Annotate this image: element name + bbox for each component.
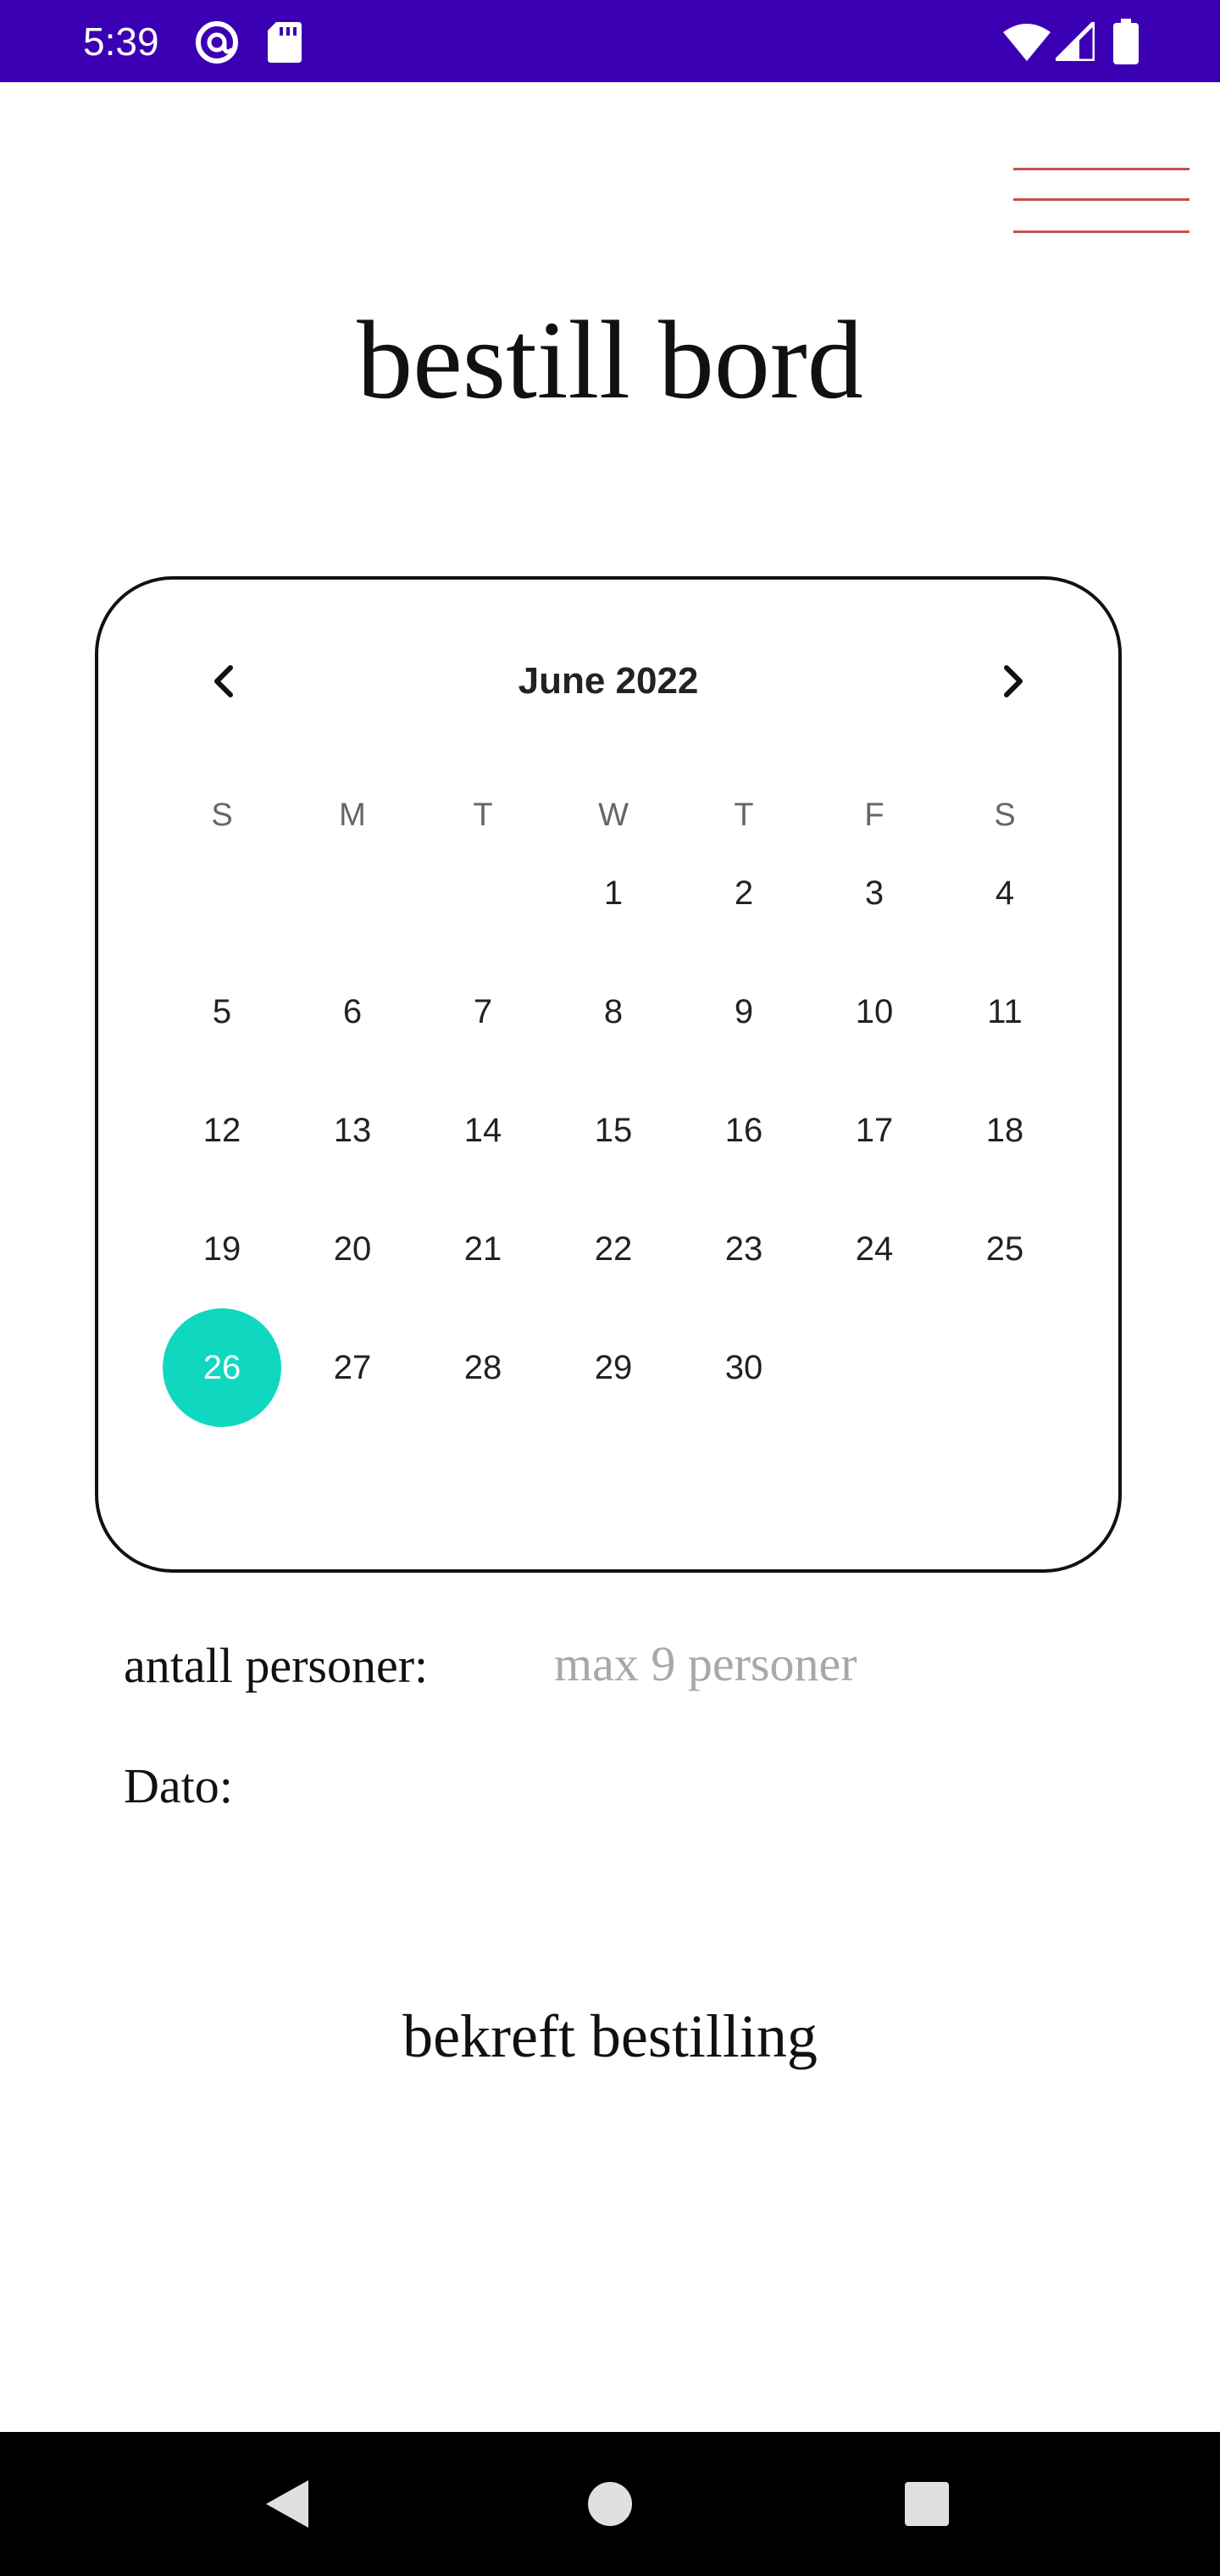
weekday-label: S (211, 797, 233, 833)
calendar-day[interactable]: 23 (685, 1190, 803, 1308)
calendar-day[interactable]: 21 (424, 1190, 542, 1308)
calendar-day[interactable]: 30 (685, 1308, 803, 1427)
at-sign-icon (193, 19, 241, 70)
weekday-label: S (994, 797, 1016, 833)
date-label: Dato: (124, 1758, 233, 1813)
calendar-day[interactable]: 16 (685, 1071, 803, 1190)
page-title: bestill bord (357, 297, 863, 422)
calendar-day[interactable]: 7 (424, 952, 542, 1071)
status-time: 5:39 (83, 19, 159, 64)
calendar-day[interactable]: 28 (424, 1308, 542, 1427)
calendar-day[interactable]: 10 (815, 952, 934, 1071)
chevron-right-icon (1004, 665, 1023, 697)
calendar-day[interactable]: 3 (815, 834, 934, 952)
calendar-day[interactable]: 5 (163, 952, 281, 1071)
cell-signal-icon (1050, 16, 1097, 65)
calendar-day[interactable]: 22 (554, 1190, 673, 1308)
weekday-label: T (734, 797, 754, 833)
navigation-bar (0, 2432, 1220, 2576)
sd-card-icon (268, 22, 302, 67)
menu-line (1013, 198, 1190, 201)
calendar-day[interactable]: 17 (815, 1071, 934, 1190)
calendar-day[interactable]: 14 (424, 1071, 542, 1190)
persons-label: antall personer: (124, 1638, 429, 1693)
confirm-booking-button[interactable]: bekreft bestilling (0, 1993, 1220, 2078)
next-month-button[interactable] (978, 647, 1045, 715)
weekday-label: W (598, 797, 629, 833)
wifi-icon (1003, 22, 1051, 67)
calendar-day[interactable]: 29 (554, 1308, 673, 1427)
calendar-day[interactable]: 24 (815, 1190, 934, 1308)
calendar-header: June 2022 (98, 647, 1118, 715)
calendar-day-selected[interactable]: 26 (163, 1308, 281, 1427)
menu-line (1013, 230, 1190, 233)
hamburger-menu-icon[interactable] (1013, 166, 1190, 234)
calendar-day[interactable]: 12 (163, 1071, 281, 1190)
calendar-day[interactable]: 27 (293, 1308, 412, 1427)
recents-square-icon[interactable] (893, 2470, 961, 2538)
back-triangle-icon[interactable] (254, 2470, 322, 2538)
calendar-day[interactable]: 19 (163, 1190, 281, 1308)
status-bar: 5:39 (0, 0, 1220, 82)
calendar-day[interactable]: 6 (293, 952, 412, 1071)
battery-icon (1113, 19, 1139, 69)
calendar-day[interactable]: 1 (554, 834, 673, 952)
calendar-day[interactable]: 4 (946, 834, 1064, 952)
calendar-day[interactable]: 25 (946, 1190, 1064, 1308)
menu-line (1013, 168, 1190, 170)
home-circle-icon[interactable] (576, 2470, 644, 2538)
weekday-label: T (473, 797, 493, 833)
prev-month-button[interactable] (191, 647, 259, 715)
chevron-left-icon (214, 665, 233, 697)
calendar-day[interactable]: 11 (946, 952, 1064, 1071)
calendar-day[interactable]: 20 (293, 1190, 412, 1308)
weekday-label: M (339, 797, 366, 833)
calendar-day[interactable]: 8 (554, 952, 673, 1071)
calendar-day[interactable]: 13 (293, 1071, 412, 1190)
persons-input[interactable] (542, 1630, 1029, 1698)
weekday-label: F (864, 797, 884, 833)
calendar: June 2022 S M T W T F S 1 2 3 4 5 6 7 8 9 10 11 12 13 14 15 16… (95, 576, 1122, 1573)
calendar-day[interactable]: 9 (685, 952, 803, 1071)
calendar-day[interactable]: 18 (946, 1071, 1064, 1190)
calendar-day[interactable]: 2 (685, 834, 803, 952)
calendar-day[interactable]: 15 (554, 1071, 673, 1190)
